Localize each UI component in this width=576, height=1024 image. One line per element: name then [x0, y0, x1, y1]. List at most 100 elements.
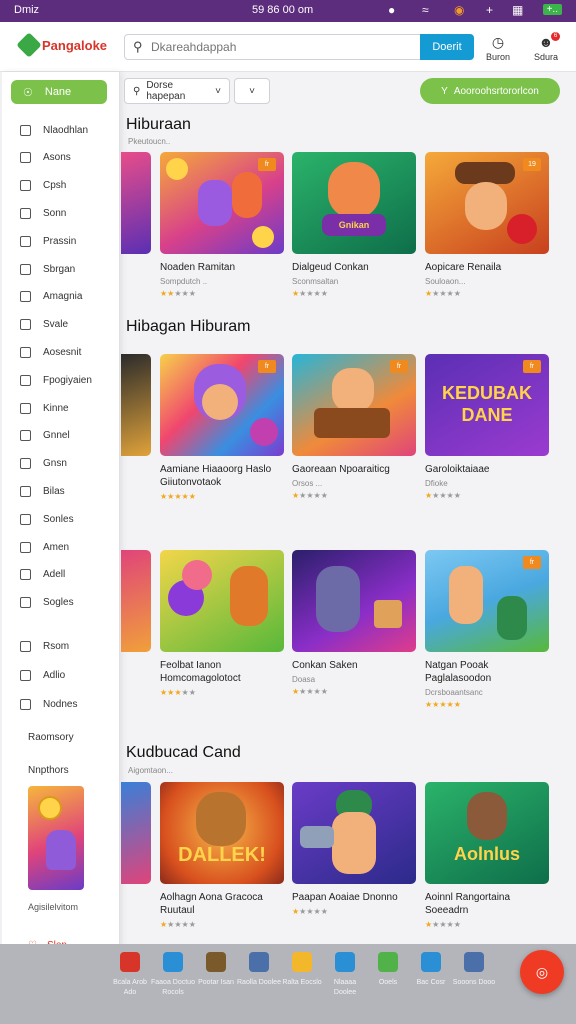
sidebar-item[interactable]: Adlio — [20, 665, 65, 685]
sidebar-item[interactable]: Amen — [20, 537, 69, 557]
bottom-bar-label: Pootar Isan — [198, 979, 234, 986]
bottom-bar-app[interactable]: Faaoa Doctuo Rocols — [151, 952, 195, 998]
bottom-bar-label: Ralta Eocslo — [282, 979, 322, 986]
game-thumbnail-partial[interactable] — [121, 782, 151, 884]
sidebar-item[interactable]: Sonn — [20, 203, 66, 223]
game-thumbnail-partial[interactable] — [121, 152, 151, 254]
sidebar-item[interactable]: Rsom — [20, 636, 69, 656]
sort-dropdown[interactable]: ˅ — [234, 78, 270, 104]
tag-icon — [20, 263, 31, 275]
sidebar-item-label: Sogles — [43, 597, 74, 609]
sidebar-item[interactable]: Bilas — [20, 481, 65, 501]
sidebar-section-title: Nnpthors — [28, 765, 69, 776]
bottom-bar-app[interactable]: Bac Cosr — [409, 952, 453, 988]
sidebar-item[interactable]: Gnnel — [20, 426, 70, 446]
rating-stars: ★★★★★ — [160, 492, 196, 501]
bottom-bar-app[interactable]: Bcala Arob Ado — [108, 952, 152, 998]
game-thumbnail-partial[interactable] — [121, 354, 151, 456]
game-meta: Sconmsaltan — [292, 277, 339, 286]
search-icon: ⚲ — [133, 85, 141, 97]
filter-dropdown[interactable]: ⚲ Dorse hapepan ˅ — [124, 78, 230, 104]
sidebar-home-button[interactable]: ☉ Nane — [11, 80, 107, 104]
game-card[interactable]: Paapan Aoaiae Dnonno ★★★★★ — [292, 782, 416, 916]
badge: fr — [390, 360, 408, 373]
game-card[interactable]: KEDUBAK DANE fr Garoloiktaiaae Dfioke ★★… — [425, 354, 549, 500]
sidebar-item[interactable]: Svale — [20, 315, 68, 335]
sidebar-item[interactable]: Nodnes — [20, 694, 77, 714]
game-card[interactable]: Gnikan Dialgeud Conkan Sconmsaltan ★★★★★ — [292, 152, 416, 298]
bottom-bar-app[interactable]: Nlaaaa Doolee — [323, 952, 367, 998]
search-input[interactable] — [151, 38, 411, 56]
sidebar-item[interactable]: Gnsn — [20, 454, 67, 474]
app-icon — [249, 952, 269, 972]
rating-stars: ★★★★★ — [425, 920, 461, 929]
game-title: Aamiane Hiaaoorg Haslo Giiutonvotaok — [160, 464, 272, 488]
game-title: Gaoreaan Npoaraiticg — [292, 464, 390, 475]
game-title: Garoloiktaiaae — [425, 464, 490, 475]
sidebar-item[interactable]: Aosesnit — [20, 342, 81, 362]
sidebar-item[interactable]: Asons — [20, 148, 71, 168]
game-card[interactable]: Feolbat Ianon Homcomagolotoct ★★★★★ — [160, 550, 284, 697]
person-icon — [20, 152, 31, 164]
badge: fr — [258, 158, 276, 171]
game-card[interactable]: fr Aamiane Hiaaoorg Haslo Giiutonvotaok … — [160, 354, 284, 501]
sidebar-item[interactable]: Fpogiyaien — [20, 370, 92, 390]
bottom-bar-label: Nlaaaa Doolee — [333, 979, 357, 996]
app-icon — [335, 952, 355, 972]
header-action-2[interactable]: ☻ 6 Sdura — [526, 32, 566, 62]
game-thumbnail: fr — [160, 354, 284, 456]
app-icon — [163, 952, 183, 972]
game-thumbnail — [292, 782, 416, 884]
list-icon — [20, 346, 31, 358]
game-meta: Dfioke — [425, 479, 448, 488]
game-title: Natgan Pooak Paglalasoodon — [425, 660, 492, 684]
sidebar-item[interactable]: Kinne — [20, 398, 69, 418]
gear-icon — [20, 569, 31, 581]
sidebar-item[interactable]: Prassin — [20, 231, 76, 251]
promo-button[interactable]: Y Aooroohsrtororlcon — [420, 78, 560, 104]
bottom-bar-app[interactable]: Raolla Doolee — [237, 952, 281, 988]
game-card[interactable]: Aolnlus Aoinnl Rangortaina Soeeadrn ★★★★… — [425, 782, 549, 929]
game-card[interactable]: DALLEK! Aolhagn Aona Gracoca Ruutaul ★★★… — [160, 782, 284, 929]
signal-icon: ▦ — [512, 3, 524, 17]
filter-label: Dorse hapepan — [146, 80, 186, 102]
badge: fr — [523, 360, 541, 373]
header-action-1[interactable]: ◷ Buron — [478, 34, 518, 62]
bottom-bar-app[interactable]: Sooons Dooo — [452, 952, 496, 988]
sidebar-game-thumbnail[interactable] — [28, 786, 84, 890]
game-card[interactable]: fr Gaoreaan Npoaraiticg Orsos ... ★★★★★ — [292, 354, 416, 500]
sidebar-item[interactable]: Sonles — [20, 509, 74, 529]
check-icon: Y — [441, 85, 448, 97]
game-card[interactable]: 19 Aopicare Renaila Souloaon... ★★★★★ — [425, 152, 549, 298]
status-carrier: Dmiz — [14, 4, 40, 16]
home-icon: ☉ — [23, 86, 33, 99]
bottom-bar-app[interactable]: Pootar Isan — [194, 952, 238, 988]
sidebar-item[interactable]: Sogles — [20, 593, 74, 613]
game-thumbnail: fr — [160, 152, 284, 254]
game-card[interactable]: fr Natgan Pooak Paglalasoodon Dcrsboaant… — [425, 550, 549, 709]
sidebar-item-label: Gnnel — [43, 430, 70, 442]
app-logo[interactable]: Pangaloke — [16, 32, 107, 58]
floating-action-button[interactable]: ◎ — [520, 950, 564, 994]
game-logo-text: KEDUBAK DANE — [442, 383, 532, 425]
sidebar-item[interactable]: Cpsh — [20, 176, 66, 196]
search-box: ⚲ Doerit — [124, 34, 474, 60]
badge: fr — [523, 556, 541, 569]
game-thumbnail — [160, 550, 284, 652]
search-button[interactable]: Doerit — [420, 34, 474, 60]
sidebar-item-label: Rsom — [43, 640, 70, 652]
game-card[interactable]: Conkan Saken Doasa ★★★★★ — [292, 550, 416, 696]
sidebar-item-label: Nlaodhlan — [43, 124, 89, 136]
sidebar-item[interactable]: Adell — [20, 565, 65, 585]
bottom-bar-app[interactable]: Ooels — [366, 952, 410, 988]
rating-stars: ★★★★★ — [160, 920, 196, 929]
bottom-bar-label: Sooons Dooo — [452, 979, 496, 986]
game-thumbnail-partial[interactable] — [121, 550, 151, 652]
sidebar-item[interactable]: Amagnia — [20, 287, 82, 307]
sidebar-item[interactable]: Nlaodhlan — [20, 120, 88, 140]
rating-stars: ★★★★★ — [292, 687, 328, 696]
game-card[interactable]: fr Noaden Ramitan Sompdutch .. ★★★★★ — [160, 152, 284, 298]
sidebar-item[interactable]: Sbrgan — [20, 259, 75, 279]
square-icon — [20, 124, 31, 136]
bottom-bar-app[interactable]: Ralta Eocslo — [280, 952, 324, 988]
